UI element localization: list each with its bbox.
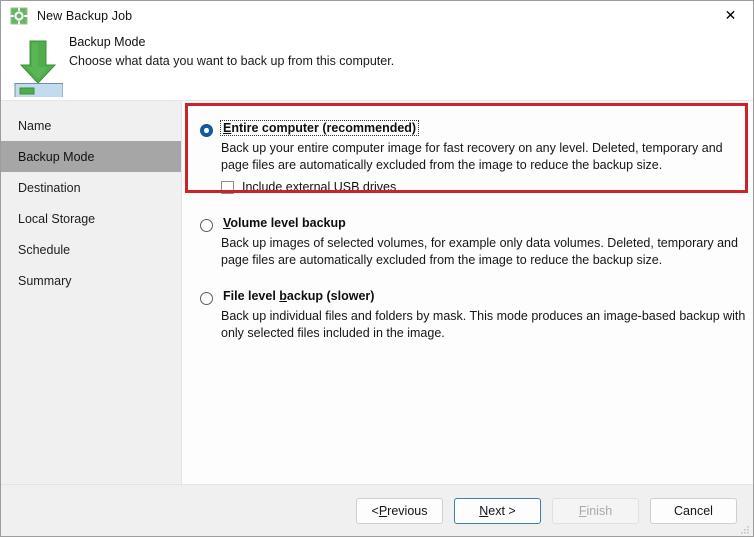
accel-key: N [479, 503, 489, 518]
accel-key: P [378, 503, 388, 518]
option-volume-level-backup[interactable]: Volume level backup Back up images of se… [200, 216, 747, 268]
header-subtitle: Choose what data you want to back up fro… [69, 54, 395, 68]
cancel-button[interactable]: Cancel [650, 497, 737, 524]
previous-button[interactable]: < Previous [356, 497, 443, 524]
sidebar-item-label: Summary [18, 273, 72, 288]
next-button[interactable]: Next > [454, 497, 541, 524]
checkbox-include-external-usb-drives[interactable] [221, 180, 234, 194]
window-title: New Backup Job [37, 9, 133, 23]
title-bar: New Backup Job ✕ [1, 1, 753, 31]
sidebar-item-schedule[interactable]: Schedule [1, 234, 181, 265]
finish-button: Finish [552, 497, 639, 524]
sidebar-item-name[interactable]: Name [1, 110, 181, 141]
radio-entire-computer[interactable] [200, 124, 213, 137]
accel-key: F [578, 503, 587, 518]
option-label-volume-level-backup[interactable]: Volume level backup [221, 216, 348, 230]
sidebar-item-destination[interactable]: Destination [1, 172, 181, 203]
sidebar-item-label: Backup Mode [18, 149, 95, 164]
option-description-entire-computer: Back up your entire computer image for f… [221, 141, 723, 172]
sidebar-item-label: Local Storage [18, 211, 96, 226]
sidebar-item-label: Name [18, 118, 52, 133]
close-icon[interactable]: ✕ [708, 1, 753, 30]
accel-key: U [333, 180, 343, 194]
checkbox-row-include-usb[interactable]: Include external USB drives [221, 180, 747, 194]
radio-file-level-backup[interactable] [200, 292, 213, 305]
radio-volume-level-backup[interactable] [200, 219, 213, 232]
option-label-entire-computer[interactable]: Entire computer (recommended) [219, 120, 420, 136]
option-entire-computer[interactable]: Entire computer (recommended) Back up yo… [200, 120, 747, 194]
dialog-footer: < Previous Next > Finish Cancel [1, 484, 753, 536]
sidebar-item-label: Destination [18, 180, 81, 195]
accel-key: b [279, 289, 287, 303]
resize-grip[interactable] [740, 524, 750, 534]
option-description-file-level-backup: Back up individual files and folders by … [221, 309, 746, 340]
gear-icon [10, 7, 28, 25]
sidebar-item-local-storage[interactable]: Local Storage [1, 203, 181, 234]
header-title: Backup Mode [69, 35, 146, 49]
option-file-level-backup[interactable]: File level backup (slower) Back up indiv… [200, 289, 747, 341]
download-arrow-disk-icon [13, 33, 64, 99]
sidebar-item-backup-mode[interactable]: Backup Mode [1, 141, 181, 172]
option-description-volume-level-backup: Back up images of selected volumes, for … [221, 236, 738, 267]
dialog-header: Backup Mode Choose what data you want to… [1, 31, 753, 101]
option-label-file-level-backup[interactable]: File level backup (slower) [221, 289, 376, 303]
sidebar-item-label: Schedule [18, 242, 71, 257]
checkbox-label-include-usb[interactable]: Include external USB drives [242, 180, 396, 194]
sidebar-item-summary[interactable]: Summary [1, 265, 181, 296]
wizard-steps-sidebar: Name Backup Mode Destination Local Stora… [1, 101, 182, 484]
backup-mode-options-panel: Entire computer (recommended) Back up yo… [182, 101, 753, 484]
dialog-body: Name Backup Mode Destination Local Stora… [1, 101, 753, 484]
new-backup-job-dialog: New Backup Job ✕ Backup Mode Choose what… [0, 0, 754, 537]
